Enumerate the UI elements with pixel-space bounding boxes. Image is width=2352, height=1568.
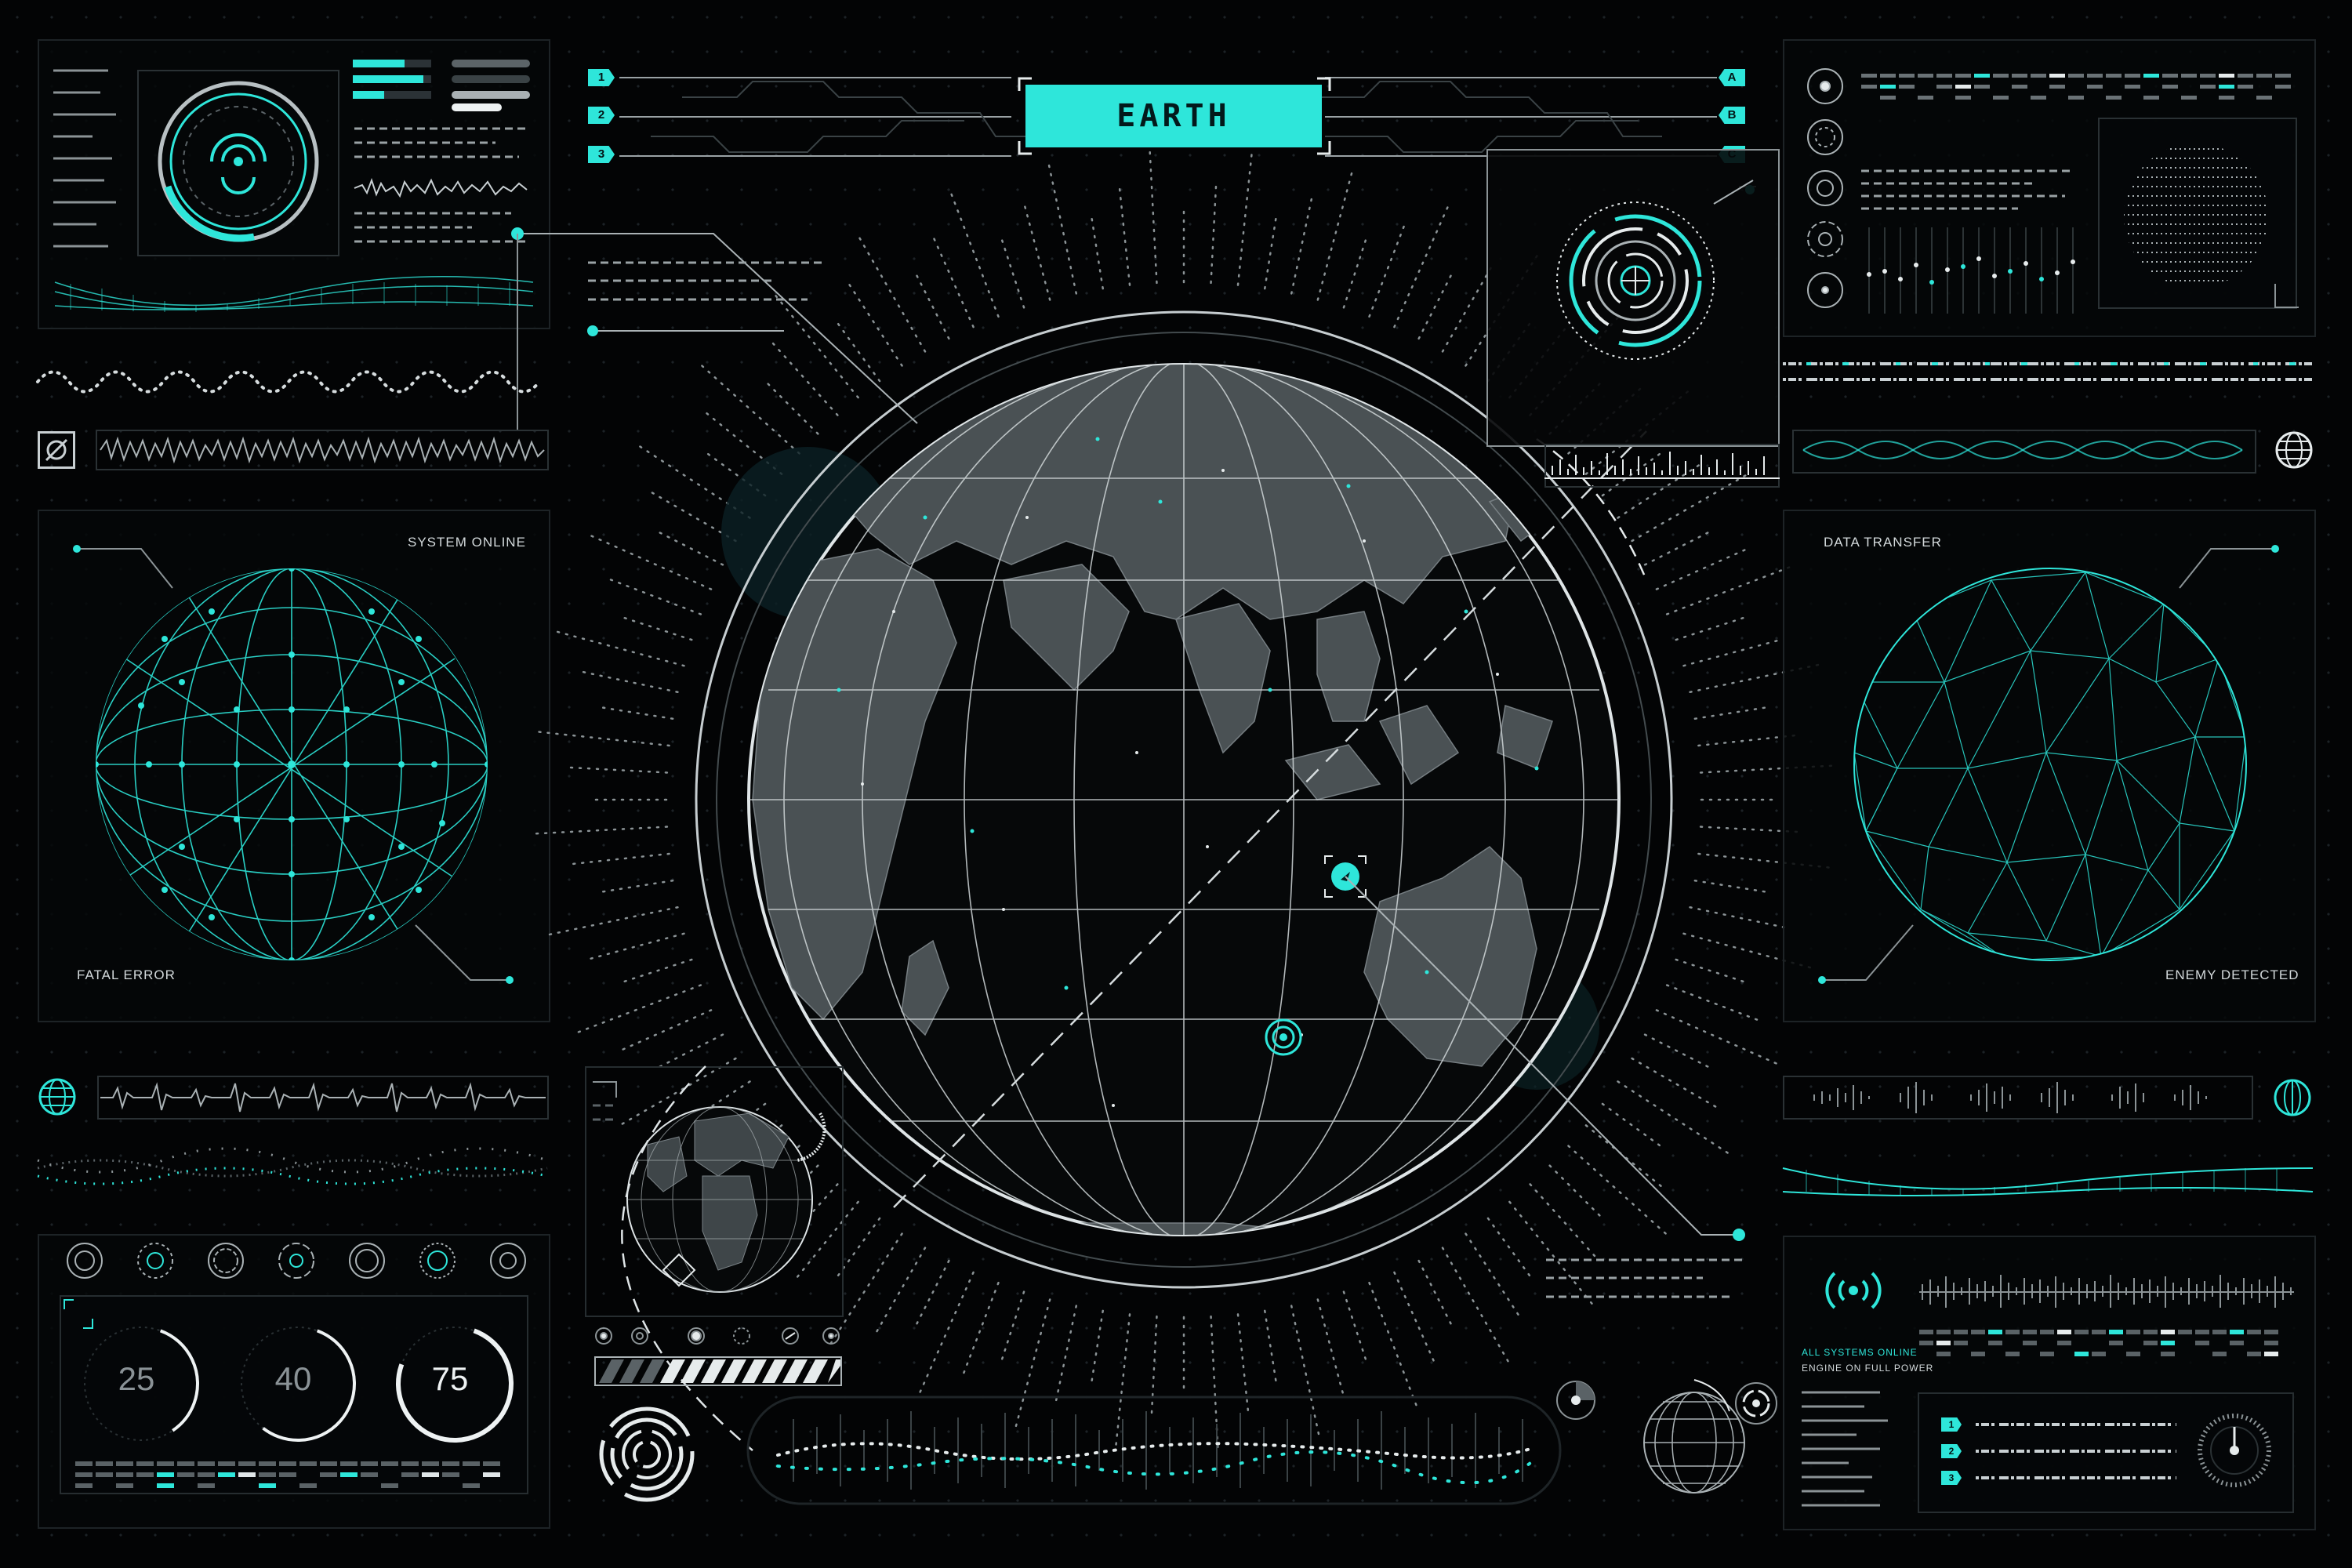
broadcast-icon[interactable] [1816, 1267, 1891, 1314]
bottom-right-morse-list [1976, 1423, 2176, 1479]
right-globe-icon[interactable] [2274, 430, 2314, 470]
bottom-right-dial[interactable] [2195, 1411, 2274, 1490]
right-sphere-leaders [1818, 545, 2279, 984]
top-right-scatter [1867, 227, 2075, 314]
center-left-dash-block [588, 261, 823, 301]
center-right-dash-block [1546, 1258, 1742, 1298]
top-right-dial-column [1807, 68, 1843, 308]
status-line-2: ENGINE ON FULL POWER [1802, 1363, 1934, 1374]
status-line-1: ALL SYSTEMS ONLINE [1802, 1347, 1918, 1358]
top-right-corner-marks [2274, 284, 2299, 308]
hazard-progress-bar [594, 1356, 842, 1386]
spiral-icon [599, 1406, 695, 1502]
right-compass-icon[interactable] [2272, 1077, 2313, 1118]
bottom-right-spikes [1919, 1275, 2294, 1308]
top-right-morse-rows [1783, 362, 2313, 381]
bottom-right-equalizer [1919, 1330, 2278, 1356]
top-right-dash-grid [1861, 74, 2291, 100]
bottom-right-text-lines [1802, 1391, 1888, 1507]
top-right-dot-globe [2124, 148, 2268, 281]
bottom-center-dial-row [595, 1327, 840, 1345]
bottom-center-dot-wave [746, 1396, 1562, 1505]
top-right-mini-lines [1861, 169, 2073, 210]
hud-target-panel [1486, 149, 1780, 447]
dna-helix [1802, 441, 2243, 459]
bottom-wire-globe [1643, 1379, 1745, 1494]
right-audio-strip [1783, 1076, 2253, 1120]
bottom-center-arc [621, 1065, 753, 1451]
hud-target-ticks [1544, 444, 1780, 488]
right-wave-mesh [1782, 1167, 2314, 1196]
